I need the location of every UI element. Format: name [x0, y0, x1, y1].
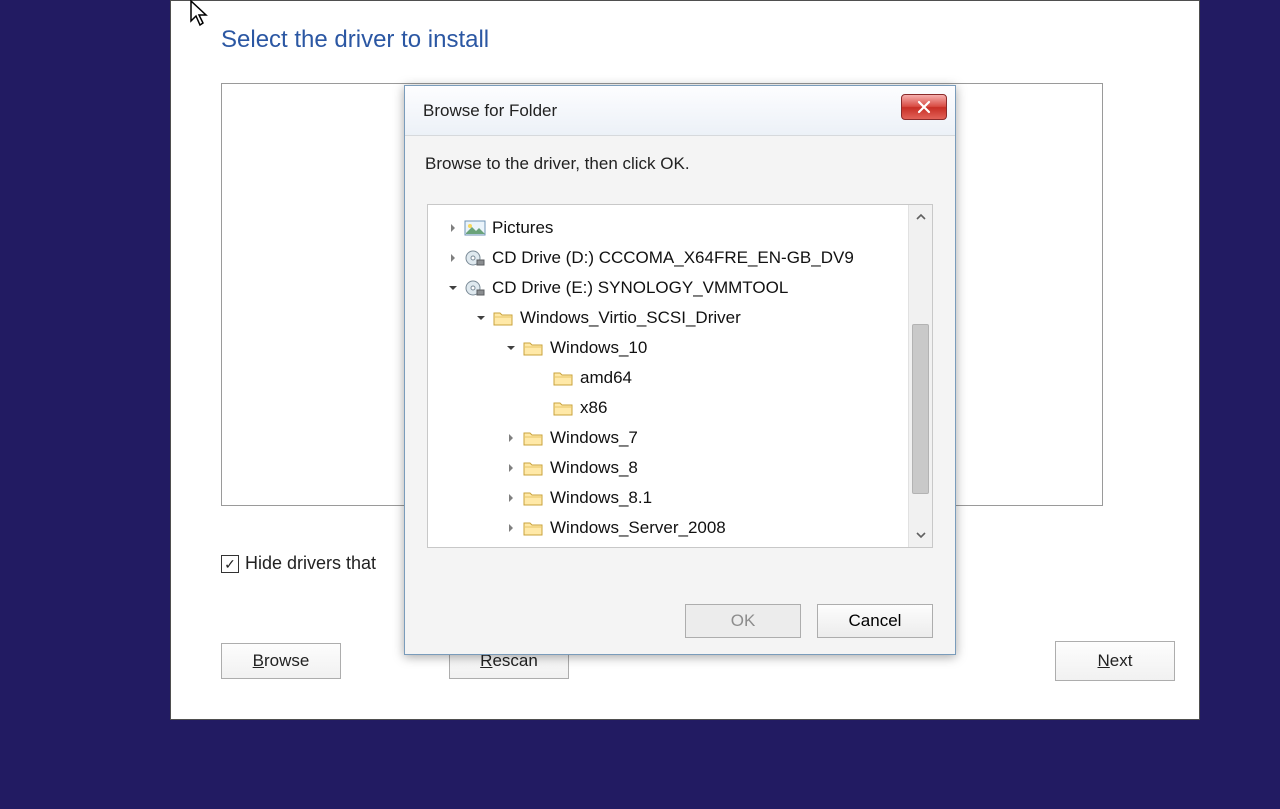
- folder-icon: [522, 429, 544, 447]
- tree-item[interactable]: x86: [432, 393, 908, 423]
- folder-tree[interactable]: Pictures CD Drive (D:) CCCOMA_X64FRE_EN-G…: [428, 205, 908, 547]
- scroll-track[interactable]: [909, 229, 932, 523]
- caret-right-icon[interactable]: [504, 521, 518, 535]
- tree-item[interactable]: Pictures: [432, 213, 908, 243]
- caret-right-icon[interactable]: [504, 461, 518, 475]
- caret-down-icon[interactable]: [504, 341, 518, 355]
- tree-item-label: Windows_10: [550, 338, 647, 358]
- dialog-instruction: Browse to the driver, then click OK.: [405, 136, 955, 182]
- tree-item-label: CD Drive (D:) CCCOMA_X64FRE_EN-GB_DV9: [492, 248, 854, 268]
- cd-icon: [464, 279, 486, 297]
- installer-panel: Select the driver to install ✓ Hide driv…: [170, 0, 1200, 720]
- tree-item-label: Windows_Virtio_SCSI_Driver: [520, 308, 741, 328]
- tree-item-label: Pictures: [492, 218, 553, 238]
- cancel-button[interactable]: Cancel: [817, 604, 933, 638]
- folder-icon: [552, 399, 574, 417]
- tree-item[interactable]: Windows_8.1: [432, 483, 908, 513]
- close-button[interactable]: [901, 94, 947, 120]
- tree-item[interactable]: Windows_Server_2008: [432, 513, 908, 543]
- folder-tree-pane: Pictures CD Drive (D:) CCCOMA_X64FRE_EN-G…: [427, 204, 933, 548]
- tree-item-label: Windows_8.1: [550, 488, 652, 508]
- caret-down-icon[interactable]: [446, 281, 460, 295]
- tree-item-label: CD Drive (E:) SYNOLOGY_VMMTOOL: [492, 278, 788, 298]
- folder-icon: [522, 459, 544, 477]
- hide-drivers-checkbox[interactable]: ✓: [221, 555, 239, 573]
- picture-icon: [464, 219, 486, 237]
- browse-button[interactable]: Browse: [221, 643, 341, 679]
- tree-item-label: Windows_Server_2008: [550, 518, 726, 538]
- caret-right-icon[interactable]: [446, 251, 460, 265]
- tree-item[interactable]: Windows_Virtio_SCSI_Driver: [432, 303, 908, 333]
- folder-icon: [492, 309, 514, 327]
- caret-down-icon[interactable]: [474, 311, 488, 325]
- tree-item[interactable]: CD Drive (D:) CCCOMA_X64FRE_EN-GB_DV9: [432, 243, 908, 273]
- page-title: Select the driver to install: [221, 26, 489, 54]
- hide-drivers-label: Hide drivers that: [245, 553, 376, 574]
- scroll-thumb[interactable]: [912, 324, 929, 494]
- next-button[interactable]: Next: [1055, 641, 1175, 681]
- dialog-button-row: OK Cancel: [685, 604, 933, 638]
- tree-item[interactable]: Windows_7: [432, 423, 908, 453]
- dialog-titlebar[interactable]: Browse for Folder: [405, 86, 955, 136]
- dialog-title: Browse for Folder: [423, 101, 557, 121]
- hide-drivers-row: ✓ Hide drivers that: [221, 553, 376, 574]
- tree-item[interactable]: CD Drive (E:) SYNOLOGY_VMMTOOL: [432, 273, 908, 303]
- cd-icon: [464, 249, 486, 267]
- tree-item[interactable]: Windows_8: [432, 453, 908, 483]
- browse-folder-dialog: Browse for Folder Browse to the driver, …: [404, 85, 956, 655]
- tree-item-label: amd64: [580, 368, 632, 388]
- scroll-down-button[interactable]: [909, 523, 932, 547]
- folder-icon: [522, 339, 544, 357]
- chevron-up-icon: [916, 212, 926, 222]
- scroll-up-button[interactable]: [909, 205, 932, 229]
- ok-button[interactable]: OK: [685, 604, 801, 638]
- cursor-icon: [189, 0, 209, 27]
- folder-icon: [522, 519, 544, 537]
- tree-item[interactable]: amd64: [432, 363, 908, 393]
- tree-item-label: Windows_7: [550, 428, 638, 448]
- tree-item-label: Windows_8: [550, 458, 638, 478]
- folder-icon: [522, 489, 544, 507]
- close-icon: [917, 100, 931, 114]
- caret-right-icon[interactable]: [504, 431, 518, 445]
- tree-item-label: x86: [580, 398, 607, 418]
- vertical-scrollbar[interactable]: [908, 205, 932, 547]
- tree-item[interactable]: Windows_10: [432, 333, 908, 363]
- chevron-down-icon: [916, 530, 926, 540]
- caret-right-icon[interactable]: [504, 491, 518, 505]
- folder-icon: [552, 369, 574, 387]
- caret-right-icon[interactable]: [446, 221, 460, 235]
